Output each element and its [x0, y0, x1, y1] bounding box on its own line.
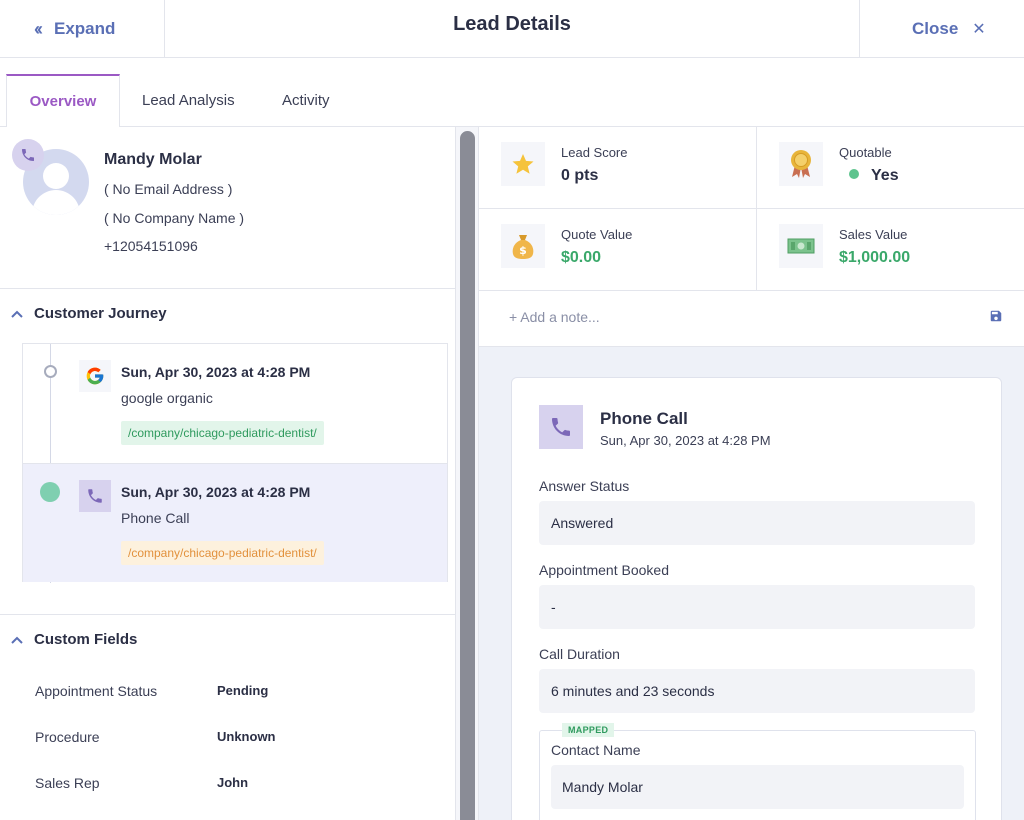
expand-button[interactable]: ‹‹ Expand: [0, 0, 165, 58]
journey-source: google organic: [121, 390, 213, 406]
header: ‹‹ Expand Lead Details Close ✕: [0, 0, 1024, 58]
journey-date: Sun, Apr 30, 2023 at 4:28 PM: [121, 364, 311, 380]
custom-field-label: Sales Rep: [35, 775, 100, 791]
chevron-up-icon: [0, 636, 34, 644]
journey-source: Phone Call: [121, 510, 190, 526]
contact-name-field: Mandy Molar: [551, 765, 964, 809]
close-icon: ✕: [972, 21, 986, 38]
phone-badge-icon: [12, 139, 44, 171]
star-icon: [501, 142, 545, 186]
status-dot: [849, 169, 859, 179]
double-chevron-left-icon: ‹‹: [34, 18, 43, 39]
stat-sales-value: Sales Value $1,000.00: [756, 209, 1024, 291]
field-label: Contact Name: [551, 742, 641, 758]
mapped-badge: MAPPED: [562, 723, 615, 737]
contact-email: ( No Email Address ): [104, 181, 233, 197]
tab-activity[interactable]: Activity: [282, 74, 330, 127]
mapped-contact-name: MAPPED Contact Name Mandy Molar: [539, 723, 976, 820]
stat-value: $0.00: [561, 249, 602, 266]
close-label: Close: [912, 19, 959, 38]
stat-quotable: Quotable Yes: [756, 127, 1024, 209]
scrollbar-thumb[interactable]: [460, 131, 475, 820]
field-label: Appointment Booked: [539, 562, 669, 578]
divider: [0, 614, 455, 615]
journey-path-tag: /company/chicago-pediatric-dentist/: [121, 421, 324, 445]
tab-bar: Overview Lead Analysis Activity: [0, 58, 1024, 128]
note-bar: [479, 291, 1024, 347]
custom-fields-title: Custom Fields: [34, 631, 138, 648]
journey-item[interactable]: Sun, Apr 30, 2023 at 4:28 PM Phone Call …: [23, 463, 447, 582]
close-button[interactable]: Close ✕: [859, 0, 1024, 58]
tab-overview[interactable]: Overview: [6, 74, 120, 128]
save-icon[interactable]: [989, 309, 1003, 326]
custom-field-label: Appointment Status: [35, 683, 158, 699]
custom-fields-toggle[interactable]: Custom Fields: [0, 631, 137, 648]
add-note-input[interactable]: [509, 309, 949, 325]
stats-grid: Lead Score 0 pts Quotable Yes $ Quote Va…: [479, 127, 1024, 291]
timeline-dot: [40, 482, 60, 502]
divider: [0, 288, 455, 289]
phone-icon: [539, 405, 583, 449]
card-title: Phone Call: [600, 409, 688, 428]
call-duration-field: 6 minutes and 23 seconds: [539, 669, 975, 713]
cash-stack-icon: [779, 224, 823, 268]
right-panel: Lead Score 0 pts Quotable Yes $ Quote Va…: [479, 127, 1024, 820]
custom-field-value: John: [217, 775, 249, 790]
stat-lead-score: Lead Score 0 pts: [479, 127, 756, 209]
customer-journey-toggle[interactable]: Customer Journey: [0, 305, 167, 322]
stat-value: 0 pts: [561, 167, 599, 184]
stat-quote-value: $ Quote Value $0.00: [479, 209, 756, 291]
stat-value: $1,000.00: [839, 249, 911, 266]
answer-status-field: Answered: [539, 501, 975, 545]
custom-field-value: Unknown: [217, 729, 276, 744]
journey-item[interactable]: Sun, Apr 30, 2023 at 4:28 PM google orga…: [23, 344, 447, 463]
left-panel: Mandy Molar ( No Email Address ) ( No Co…: [0, 127, 455, 820]
chevron-up-icon: [0, 310, 34, 318]
field-label: Call Duration: [539, 646, 620, 662]
contact-phone: +12054151096: [104, 238, 198, 254]
journey-path-tag: /company/chicago-pediatric-dentist/: [121, 541, 324, 565]
phone-icon: [79, 480, 111, 512]
stat-label: Quotable: [839, 145, 892, 160]
stat-label: Sales Value: [839, 227, 908, 242]
journey-date: Sun, Apr 30, 2023 at 4:28 PM: [121, 484, 311, 500]
custom-field-label: Procedure: [35, 729, 100, 745]
google-icon: [79, 360, 111, 392]
stat-label: Lead Score: [561, 145, 628, 160]
expand-label: Expand: [54, 19, 116, 38]
contact-company: ( No Company Name ): [104, 210, 245, 226]
customer-journey-list: Sun, Apr 30, 2023 at 4:28 PM google orga…: [22, 343, 448, 583]
stat-value: Yes: [839, 167, 899, 185]
award-ribbon-icon: [779, 142, 823, 186]
scrollbar-track[interactable]: [455, 127, 479, 820]
tab-lead-analysis[interactable]: Lead Analysis: [142, 74, 235, 127]
customer-journey-title: Customer Journey: [34, 305, 167, 322]
contact-name: Mandy Molar: [104, 151, 202, 168]
phone-call-card: Phone Call Sun, Apr 30, 2023 at 4:28 PM …: [511, 377, 1002, 820]
card-subtitle: Sun, Apr 30, 2023 at 4:28 PM: [600, 433, 771, 448]
appointment-booked-field: -: [539, 585, 975, 629]
timeline-dot: [44, 365, 57, 378]
page-title: Lead Details: [453, 12, 571, 35]
stat-label: Quote Value: [561, 227, 633, 242]
svg-text:$: $: [519, 244, 527, 257]
custom-field-value: Pending: [217, 683, 269, 698]
money-bag-icon: $: [501, 224, 545, 268]
field-label: Answer Status: [539, 478, 630, 494]
